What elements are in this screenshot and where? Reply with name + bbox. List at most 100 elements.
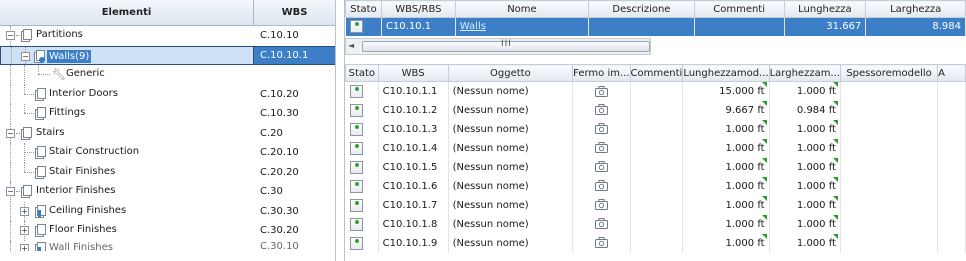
- table-row[interactable]: C10.10.1.9 (Nessun nome) 1.000 ft 1.000 …: [345, 233, 966, 253]
- wbs-cell: C10.10.1.4: [378, 138, 449, 158]
- camera-icon[interactable]: [594, 161, 608, 173]
- collapse-toggle-icon[interactable]: −: [6, 128, 15, 138]
- larghezza-value: 1.000 ft: [796, 161, 836, 173]
- column-header-commenti[interactable]: Commenti: [629, 64, 684, 82]
- tree-row-stair-construction[interactable]: Stair Construction C.20.10: [0, 143, 335, 163]
- camera-icon[interactable]: [594, 123, 608, 135]
- camera-icon[interactable]: [594, 218, 608, 230]
- larghezza-cell: 8.984: [865, 17, 966, 36]
- collapse-toggle-icon[interactable]: −: [6, 31, 15, 40]
- extra-cell: [937, 157, 966, 177]
- camera-icon[interactable]: [594, 237, 608, 249]
- status-icon: [349, 198, 363, 212]
- table-row[interactable]: C10.10.1.1 (Nessun nome) 15.000 ft 1.000…: [345, 81, 966, 101]
- lunghezza-value: 9.667 ft: [725, 104, 765, 116]
- status-icon: [349, 217, 363, 231]
- lunghezza-modello-cell: 1.000 ft: [682, 176, 770, 196]
- tree-row-interior-finishes[interactable]: − Interior Finishes C.30: [0, 182, 335, 202]
- lunghezza-modello-cell: 1.000 ft: [682, 119, 770, 139]
- table-row[interactable]: C10.10.1.3 (Nessun nome) 1.000 ft 1.000 …: [345, 119, 966, 139]
- flag-icon: [761, 82, 767, 87]
- larghezza-value: 1.000 ft: [796, 199, 836, 211]
- column-header-fermo-immagine[interactable]: Fermo im...: [572, 64, 631, 82]
- oggetto-cell: (Nessun nome): [448, 157, 574, 177]
- column-header-stato[interactable]: Stato: [345, 64, 379, 82]
- expand-toggle-icon[interactable]: +: [20, 206, 29, 216]
- category-info-icon: [35, 204, 46, 218]
- lunghezza-cell: 31.667: [784, 17, 867, 36]
- tree-row-generic[interactable]: 🔧︎ Generic: [0, 65, 335, 85]
- column-header-spessore-modello[interactable]: Spessoremodello: [839, 64, 939, 82]
- larghezza-modello-cell: 1.000 ft: [769, 81, 841, 101]
- flag-icon: [761, 100, 767, 106]
- tree-item-wbs: C.10.20: [260, 88, 299, 100]
- flag-icon: [761, 233, 767, 239]
- wbs-cell: C10.10.1.9: [378, 233, 449, 253]
- tree-item-label: Interior Doors: [49, 87, 118, 99]
- tree-item-wbs: C.30.10: [260, 241, 299, 251]
- table-row[interactable]: C10.10.1.4 (Nessun nome) 1.000 ft 1.000 …: [345, 138, 966, 158]
- wbs-cell: C10.10.1.5: [378, 157, 449, 177]
- column-header-commenti[interactable]: Commenti: [693, 0, 785, 18]
- tree-row-interior-doors[interactable]: Interior Doors C.10.20: [0, 84, 335, 104]
- column-header-lunghezza[interactable]: Lunghezza: [783, 0, 867, 18]
- tree-row-stairs[interactable]: − Stairs C.20: [0, 123, 335, 143]
- summary-header-row: Stato WBS/RBS Nome Descrizione Commenti …: [345, 0, 966, 18]
- detail-header-row: Stato WBS Oggetto Fermo im... Commenti L…: [345, 64, 966, 82]
- status-icon: [349, 160, 363, 174]
- category-icon: [21, 126, 32, 140]
- commenti-cell: [630, 119, 684, 139]
- column-header-oggetto[interactable]: Oggetto: [447, 64, 574, 82]
- column-header-elementi[interactable]: Elementi: [0, 0, 254, 25]
- column-header-lunghezza-modello[interactable]: Lunghezzamod...: [682, 64, 770, 82]
- column-header-wbs[interactable]: WBS: [254, 0, 335, 25]
- table-row[interactable]: C10.10.1.6 (Nessun nome) 1.000 ft 1.000 …: [345, 176, 966, 196]
- tree-item-wbs: C.30: [260, 186, 283, 198]
- extra-cell: [937, 138, 966, 158]
- larghezza-value: 1.000 ft: [796, 237, 836, 249]
- column-header-larghezza[interactable]: Larghezza: [865, 0, 966, 18]
- table-row[interactable]: C10.10.1.2 (Nessun nome) 9.667 ft 0.984 …: [345, 100, 966, 120]
- column-header-wbs[interactable]: WBS: [377, 64, 449, 82]
- camera-icon[interactable]: [594, 142, 608, 154]
- larghezza-value: 1.000 ft: [796, 180, 836, 192]
- category-icon: [35, 107, 46, 120]
- expand-toggle-icon[interactable]: +: [20, 243, 29, 251]
- tree-row-walls[interactable]: − Walls(9) C.10.10.1: [0, 45, 335, 65]
- detail-table: Stato WBS Oggetto Fermo im... Commenti L…: [345, 64, 966, 253]
- table-row[interactable]: C10.10.1.5 (Nessun nome) 1.000 ft 1.000 …: [345, 157, 966, 177]
- camera-icon[interactable]: [594, 104, 608, 116]
- table-row[interactable]: C10.10.1.7 (Nessun nome) 1.000 ft 1.000 …: [345, 195, 966, 215]
- column-header-stato[interactable]: Stato: [345, 0, 382, 18]
- larghezza-value: 0.984 ft: [796, 104, 836, 116]
- camera-icon[interactable]: [594, 180, 608, 192]
- collapse-toggle-icon[interactable]: −: [6, 187, 15, 196]
- tree-row-wall-finishes[interactable]: + Wall Finishes C.30.10: [0, 240, 335, 251]
- expand-toggle-icon[interactable]: +: [20, 226, 29, 235]
- camera-icon[interactable]: [594, 85, 608, 97]
- column-header-larghezza-modello[interactable]: Larghezzam...: [768, 64, 841, 82]
- tree-row-stair-finishes[interactable]: Stair Finishes C.20.20: [0, 162, 335, 182]
- collapse-toggle-icon[interactable]: −: [21, 51, 30, 61]
- scrollbar-thumb[interactable]: III: [362, 39, 650, 52]
- lunghezza-value: 1.000 ft: [725, 180, 765, 192]
- column-header-nome[interactable]: Nome: [454, 0, 590, 18]
- larghezza-value: 1.000 ft: [796, 142, 836, 154]
- tree-row-partitions[interactable]: − Partitions C.10.10: [0, 26, 335, 46]
- walls-link[interactable]: Walls: [460, 21, 486, 32]
- tree-row-floor-finishes[interactable]: + Floor Finishes C.30.20: [0, 221, 335, 241]
- column-header-truncated[interactable]: A: [937, 64, 966, 82]
- spessore-modello-cell: [840, 195, 939, 215]
- tree-item-wbs: C.20: [260, 127, 283, 139]
- column-header-descrizione[interactable]: Descrizione: [588, 0, 695, 18]
- horizontal-scrollbar[interactable]: ◄ III: [345, 38, 651, 55]
- tree-item-wbs: C.20.10: [260, 147, 299, 159]
- table-row[interactable]: C10.10.1.8 (Nessun nome) 1.000 ft 1.000 …: [345, 214, 966, 234]
- column-header-wbs-rbs[interactable]: WBS/RBS: [380, 0, 456, 18]
- scroll-left-arrow-icon[interactable]: ◄: [348, 41, 354, 50]
- flag-icon: [832, 195, 838, 201]
- camera-icon[interactable]: [594, 199, 608, 211]
- tree-row-fittings[interactable]: Fittings C.10.30: [0, 104, 335, 124]
- table-row[interactable]: C10.10.1 Walls 31.667 8.984: [345, 17, 966, 36]
- tree-row-ceiling-finishes[interactable]: + Ceiling Finishes C.30.30: [0, 201, 335, 221]
